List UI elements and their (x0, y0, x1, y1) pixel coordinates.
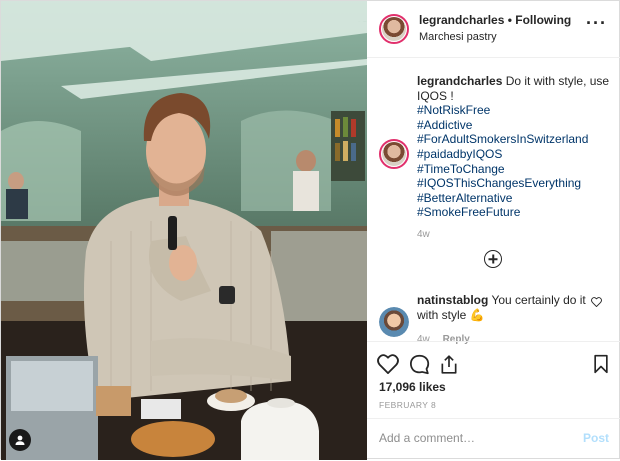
tagged-users-button[interactable] (9, 429, 31, 451)
commenter-username[interactable]: natinstablog (417, 293, 488, 307)
post-location[interactable]: Marchesi pastry (419, 31, 497, 43)
hashtag[interactable]: #IQOSThisChangesEverything (417, 176, 613, 191)
hashtag[interactable]: #paidadbyIQOS (417, 147, 613, 162)
author-avatar[interactable] (379, 14, 409, 44)
caption-avatar[interactable] (379, 139, 409, 169)
add-comment-input[interactable] (379, 431, 559, 445)
instagram-post: legrandcharles • Following Marchesi past… (0, 0, 620, 460)
post-comment-button[interactable]: Post (583, 431, 609, 445)
share-icon[interactable] (439, 354, 459, 375)
post-header: legrandcharles • Following Marchesi past… (367, 1, 620, 58)
bookmark-icon[interactable] (593, 354, 609, 374)
follow-status[interactable]: Following (515, 13, 571, 27)
heart-icon[interactable] (377, 354, 399, 374)
comment-emoji: 💪 (469, 307, 485, 322)
comment: natinstablog You certainly do it with st… (417, 293, 587, 322)
author-username[interactable]: legrandcharles (419, 13, 504, 27)
photo-illustration (1, 1, 367, 460)
post-sidebar: legrandcharles • Following Marchesi past… (367, 1, 620, 460)
hashtag[interactable]: #BetterAlternative (417, 191, 613, 206)
person-icon (15, 435, 25, 445)
separator-dot: • (507, 13, 512, 27)
more-options-icon[interactable]: ··· (586, 14, 607, 32)
add-comment-bar: Post (367, 418, 620, 461)
caption-timestamp[interactable]: 4w (417, 228, 613, 243)
post-caption: legrandcharles Do it with style, use IQO… (417, 74, 613, 243)
caption-username[interactable]: legrandcharles (417, 74, 502, 88)
commenter-avatar[interactable] (379, 307, 409, 337)
post-date[interactable]: FEBRUARY 8 (379, 400, 436, 410)
header-user-line: legrandcharles • Following (419, 13, 571, 27)
post-actions: 17,096 likes FEBRUARY 8 Post (367, 341, 620, 460)
comment-icon[interactable] (409, 354, 430, 375)
post-photo[interactable] (1, 1, 367, 460)
hashtag[interactable]: #NotRiskFree (417, 103, 613, 118)
hashtag[interactable]: #TimeToChange (417, 162, 613, 177)
comment-like-button[interactable] (591, 297, 602, 310)
load-more-comments-icon[interactable] (484, 250, 502, 268)
hashtag[interactable]: #Addictive (417, 118, 613, 133)
hashtag[interactable]: #ForAdultSmokersInSwitzerland (417, 132, 613, 147)
hashtag[interactable]: #SmokeFreeFuture (417, 205, 613, 220)
likes-count[interactable]: 17,096 likes (379, 380, 446, 394)
heart-small-icon (591, 297, 602, 308)
